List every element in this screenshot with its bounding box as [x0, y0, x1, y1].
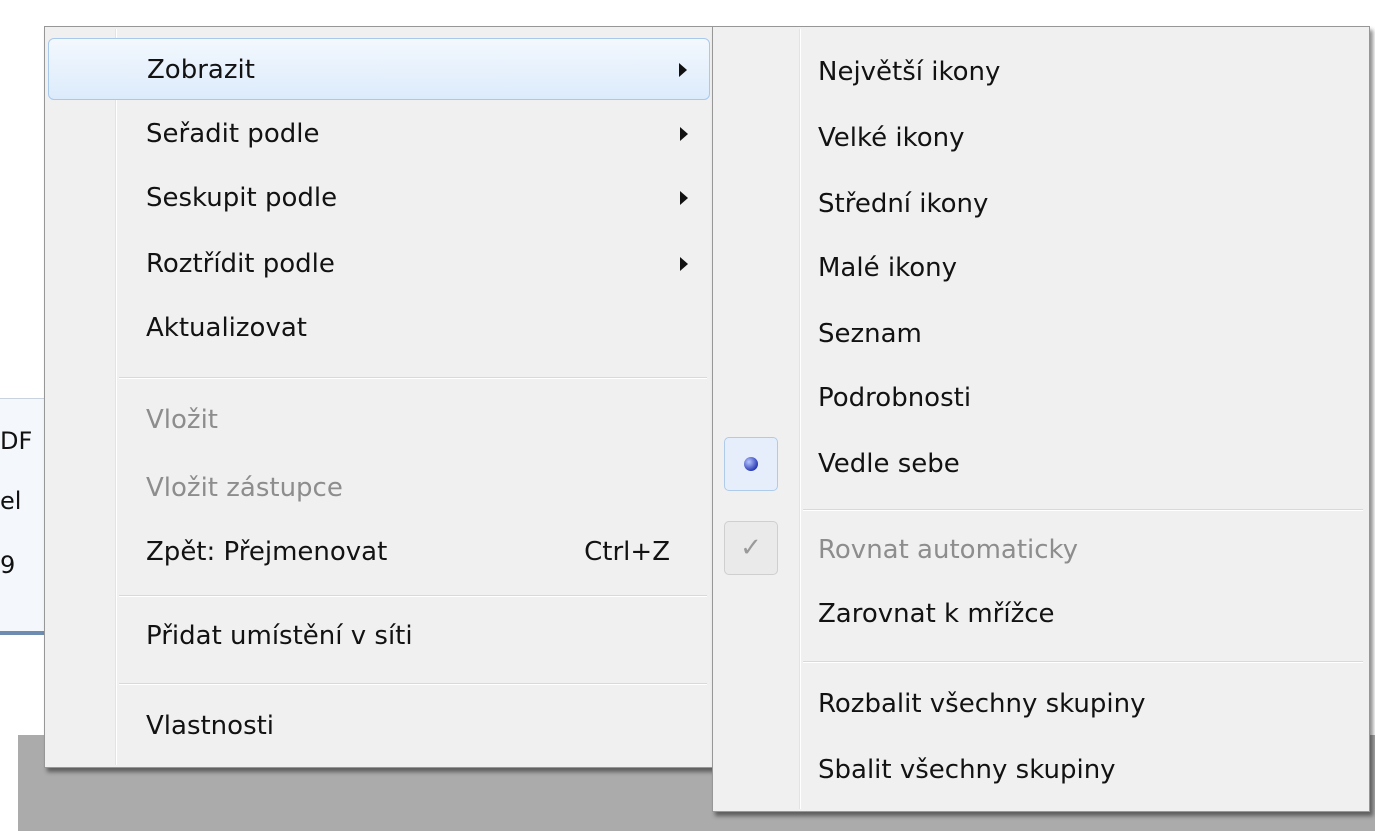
menu-separator: [119, 683, 707, 685]
submenu-item-male-ikony[interactable]: Malé ikony: [716, 237, 1366, 299]
menu-item-label: Největší ikony: [818, 57, 1001, 87]
submenu-arrow-icon: [680, 257, 688, 271]
menu-item-label: Podrobnosti: [818, 383, 972, 413]
menu-item-label: Rovnat automaticky: [818, 535, 1079, 565]
background-text-line: el: [0, 487, 22, 515]
menu-item-aktualizovat[interactable]: Aktualizovat: [48, 297, 710, 359]
menu-separator: [803, 509, 1363, 511]
radio-selected-icon: [724, 437, 778, 491]
menu-separator: [803, 661, 1363, 663]
submenu-item-vedle-sebe[interactable]: Vedle sebe: [716, 433, 1366, 495]
menu-item-vlozit[interactable]: Vložit: [48, 389, 710, 451]
submenu-item-zarovnat-k-mrizce[interactable]: Zarovnat k mřížce: [716, 583, 1366, 645]
submenu-arrow-icon: [680, 191, 688, 205]
menu-item-seradit-podle[interactable]: Seřadit podle: [48, 103, 710, 165]
submenu-item-stredni-ikony[interactable]: Střední ikony: [716, 173, 1366, 235]
menu-item-seskupit-podle[interactable]: Seskupit podle: [48, 167, 710, 229]
menu-item-label: Seskupit podle: [146, 183, 338, 213]
check-glyph: ✓: [740, 533, 762, 563]
menu-item-vlastnosti[interactable]: Vlastnosti: [48, 695, 710, 757]
submenu-item-nejvetsi-ikony[interactable]: Největší ikony: [716, 41, 1366, 103]
menu-item-label: Aktualizovat: [146, 313, 307, 343]
menu-item-label: Seznam: [818, 319, 922, 349]
menu-item-zpet-prejmenovat[interactable]: Zpět: Přejmenovat Ctrl+Z: [48, 521, 710, 583]
menu-item-zobrazit[interactable]: Zobrazit: [48, 38, 710, 100]
menu-separator: [119, 377, 707, 379]
submenu-item-podrobnosti[interactable]: Podrobnosti: [716, 367, 1366, 429]
menu-item-label: Střední ikony: [818, 189, 989, 219]
menu-item-label: Sbalit všechny skupiny: [818, 755, 1116, 785]
submenu-arrow-icon: [680, 127, 688, 141]
menu-item-label: Malé ikony: [818, 253, 957, 283]
menu-item-label: Přidat umístění v síti: [146, 621, 413, 651]
menu-item-label: Roztřídit podle: [146, 249, 335, 279]
background-text-line: 9: [0, 551, 16, 579]
menu-item-label: Vložit zástupce: [146, 473, 343, 503]
context-menu: Zobrazit Seřadit podle Seskupit podle Ro…: [44, 26, 714, 768]
menu-item-label: Rozbalit všechny skupiny: [818, 689, 1146, 719]
menu-item-label: Seřadit podle: [146, 119, 320, 149]
menu-item-label: Vedle sebe: [818, 449, 960, 479]
menu-item-shortcut: Ctrl+Z: [584, 537, 670, 567]
menu-item-label: Zpět: Přejmenovat: [146, 537, 388, 567]
menu-item-vlozit-zastupce[interactable]: Vložit zástupce: [48, 457, 710, 519]
submenu-item-rozbalit-vsechny-skupiny[interactable]: Rozbalit všechny skupiny: [716, 673, 1366, 735]
submenu-item-rovnat-automaticky[interactable]: ✓ Rovnat automaticky: [716, 519, 1366, 581]
view-submenu: Největší ikony Velké ikony Střední ikony…: [712, 26, 1370, 812]
submenu-item-sbalit-vsechny-skupiny[interactable]: Sbalit všechny skupiny: [716, 739, 1366, 801]
submenu-item-velke-ikony[interactable]: Velké ikony: [716, 107, 1366, 169]
menu-item-label: Velké ikony: [818, 123, 965, 153]
radio-dot-icon: [744, 457, 758, 471]
background-text-line: DF: [0, 427, 33, 455]
menu-separator: [119, 595, 707, 597]
submenu-arrow-icon: [679, 63, 687, 77]
checkmark-icon: ✓: [724, 521, 778, 575]
menu-item-label: Zarovnat k mřížce: [818, 599, 1055, 629]
menu-item-label: Vložit: [146, 405, 218, 435]
menu-item-label: Vlastnosti: [146, 711, 275, 741]
menu-item-pridat-umisteni-v-siti[interactable]: Přidat umístění v síti: [48, 605, 710, 667]
submenu-item-seznam[interactable]: Seznam: [716, 303, 1366, 365]
menu-item-roztridit-podle[interactable]: Roztřídit podle: [48, 233, 710, 295]
menu-item-label: Zobrazit: [147, 55, 255, 85]
